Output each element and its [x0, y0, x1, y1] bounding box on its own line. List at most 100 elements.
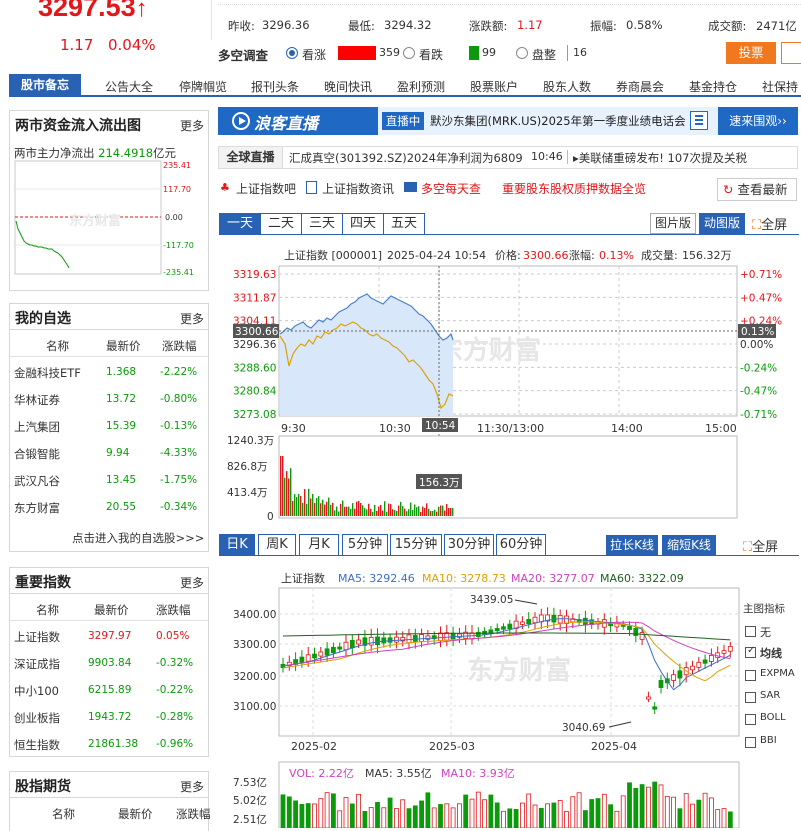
live-headline[interactable]: 默沙东集团(MRK.US)2025年第一季度业绩电话会 [430, 113, 686, 129]
nav-item[interactable]: 停牌帼览 [179, 78, 227, 95]
tab-5min[interactable]: 5分钟 [342, 534, 388, 556]
volume-bar [519, 802, 525, 828]
volume-bar [696, 799, 702, 828]
vote-button[interactable]: 投票 [726, 42, 776, 64]
flat-radio[interactable] [516, 47, 528, 59]
nav-tab-active[interactable]: 股市备忘 [9, 74, 81, 97]
svg-text:2025-04-24 10:54: 2025-04-24 10:54 [387, 249, 486, 262]
watch-live-button[interactable]: 速来围观›› [718, 107, 798, 135]
vol-tick-label: 2.51亿 [233, 813, 267, 826]
volume-bar [432, 511, 434, 516]
y-tick-label: 3311.87 [233, 292, 276, 304]
volume-bar [314, 502, 316, 516]
svg-text:价格:: 价格: [495, 248, 521, 262]
candle [671, 674, 677, 681]
nav-item[interactable]: 公告大全 [105, 78, 153, 95]
volume-bar [601, 793, 607, 828]
svg-text:涨幅:: 涨幅: [569, 249, 595, 262]
volume-bar [316, 497, 318, 516]
tab-1day[interactable]: 一天 [219, 213, 261, 235]
image-version-button[interactable]: 图片版 [650, 213, 696, 234]
svg-text:MA10: 3278.73: MA10: 3278.73 [422, 572, 506, 585]
y-tick-pct: -0.47% [740, 386, 777, 398]
anim-version-button[interactable]: 动图版 [699, 213, 745, 234]
tab-2day[interactable]: 二天 [260, 213, 302, 235]
stretch-kline-button[interactable]: 拉长K线 [606, 535, 658, 556]
volume-bar [414, 504, 416, 516]
volume-bar [400, 501, 402, 516]
more-link[interactable]: 更多 [180, 778, 204, 795]
kline-fullscreen-button[interactable]: ⛶全屏 [743, 536, 778, 555]
bear-radio[interactable] [403, 47, 415, 59]
y-tick-pct: -0.71% [740, 409, 777, 421]
daily-link[interactable]: 多空每天查 [421, 180, 481, 197]
shrink-kline-button[interactable]: 缩短K线 [662, 535, 716, 556]
tab-daily[interactable]: 日K [219, 534, 255, 556]
more-link[interactable]: 更多 [180, 574, 204, 591]
ticker-text[interactable]: 汇成真空(301392.SZ)2024年净利润为6809 [289, 150, 523, 166]
volume-bar [381, 807, 387, 828]
volume-bar [620, 795, 626, 828]
nav-item[interactable]: 券商晨会 [616, 78, 664, 95]
fullscreen-icon: ⛶ [752, 218, 762, 233]
more-link[interactable]: 更多 [180, 310, 204, 327]
watchlist-enter-link[interactable]: 点击进入我的自选股>>> [72, 530, 204, 546]
volume-bar [450, 807, 456, 828]
candle [312, 653, 317, 659]
volume-bar [280, 794, 286, 828]
volume-bar [348, 506, 350, 516]
watchlist-box: 我的自选 更多 名称 最新价 涨跌幅 金融科技ETF 1.368 -2.22% 华林… [9, 303, 209, 552]
capital-flow-box: 两市资金流入流出图 更多 两市主力净流出 214.4918亿元 东方财富 235… [9, 110, 209, 291]
indicator-checkbox[interactable] [745, 626, 756, 637]
nav-item[interactable]: 报刊头条 [251, 78, 299, 95]
bull-bar [338, 46, 376, 60]
nav-item[interactable]: 股东人数 [543, 78, 591, 95]
live-logo: 浪客直播 [254, 114, 319, 133]
volume-bar [324, 504, 326, 516]
nav-item[interactable]: 盈利预测 [397, 78, 445, 95]
indicator-checkbox[interactable] [745, 670, 756, 681]
news-link[interactable]: 上证指数资讯 [322, 180, 394, 197]
guba-link[interactable]: 上证指数吧 [236, 180, 296, 197]
tab-15min[interactable]: 15分钟 [390, 534, 442, 556]
intraday-chart[interactable]: 上证指数 [000001] 2025-04-24 10:54 价格: 3300.… [219, 244, 799, 522]
volume-bar [526, 793, 532, 828]
svg-text:3300.66: 3300.66 [235, 326, 279, 338]
ticker-news[interactable]: ▸美联储重磅发布! 107次提及关税 [573, 150, 747, 166]
tab-60min[interactable]: 60分钟 [496, 534, 546, 556]
svg-text:MA20: 3277.07: MA20: 3277.07 [511, 572, 595, 585]
more-link[interactable]: 更多 [180, 117, 204, 134]
volume-bar [444, 803, 450, 828]
nav-item[interactable]: 晚间快讯 [324, 78, 372, 95]
nav-item[interactable]: 股票账户 [470, 78, 518, 95]
indicator-checkbox[interactable] [745, 714, 756, 725]
candle [343, 641, 349, 651]
nav-item[interactable]: 基金持仓 [689, 78, 737, 95]
nav-item[interactable]: 社保持 [762, 78, 798, 95]
candle [318, 651, 324, 657]
vol-tick-label: 0 [267, 511, 274, 522]
volume-bar [418, 506, 420, 516]
indicator-checkbox[interactable] [745, 737, 756, 748]
indicator-checkbox-checked[interactable]: ✓ [745, 645, 756, 658]
candle [677, 670, 683, 679]
volume-bar [438, 506, 440, 516]
volume-bar [342, 500, 344, 516]
bull-radio[interactable] [286, 47, 298, 59]
tab-5day[interactable]: 五天 [383, 213, 425, 235]
tab-4day[interactable]: 四天 [342, 213, 384, 235]
tab-weekly[interactable]: 周K [258, 534, 296, 556]
refresh-button[interactable]: ↻ 查看最新 [717, 178, 797, 201]
candle [627, 625, 632, 631]
candle [519, 621, 525, 625]
tab-3day[interactable]: 三天 [301, 213, 343, 235]
promo-link[interactable]: 重要股东股权质押数据全览 [502, 180, 646, 197]
tab-monthly[interactable]: 月K [299, 534, 339, 556]
kline-chart[interactable]: 上证指数 MA5: 3292.46 MA10: 3278.73 MA20: 32… [219, 566, 801, 828]
candle [652, 706, 658, 710]
indicator-checkbox[interactable] [745, 692, 756, 703]
tab-30min[interactable]: 30分钟 [444, 534, 494, 556]
volume-bar [557, 800, 563, 828]
volume-bar [430, 511, 432, 516]
fullscreen-button[interactable]: ⛶全屏 [752, 214, 787, 233]
